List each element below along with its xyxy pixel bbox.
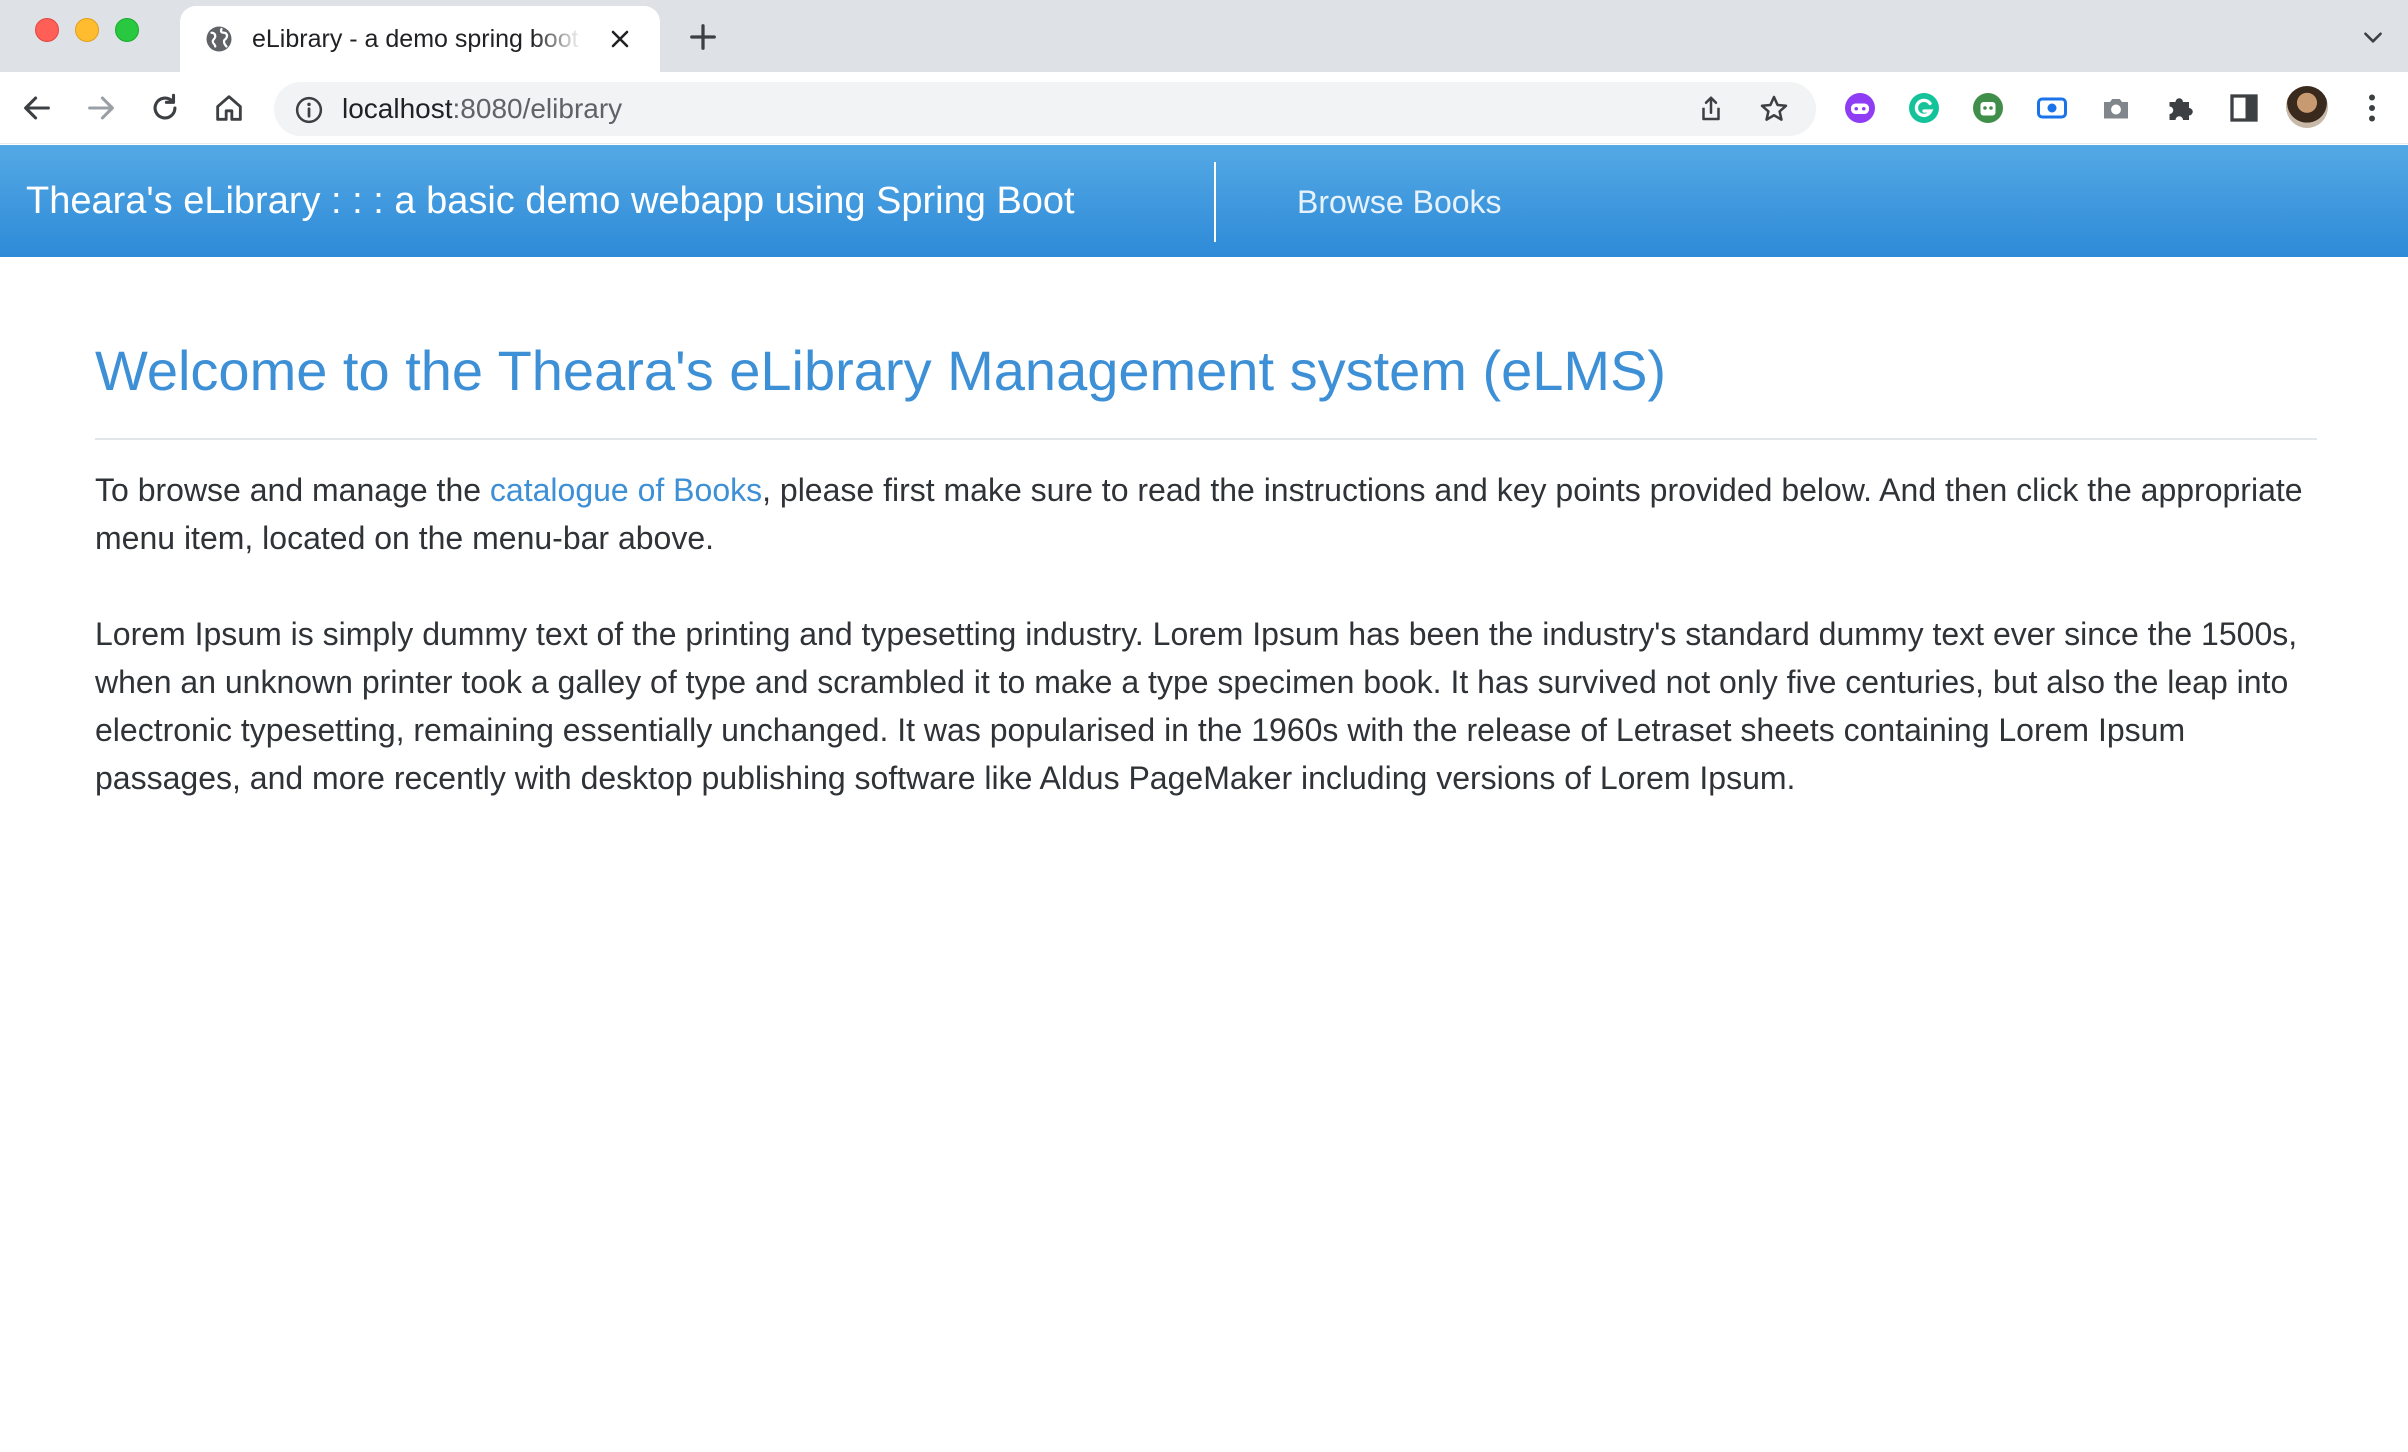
nav-browse-books-link[interactable]: Browse Books [1297,183,1502,221]
browser-tab[interactable]: eLibrary - a demo spring boot webapp [180,6,660,72]
page-title: Welcome to the Theara's eLibrary Managem… [95,339,1667,402]
intro-paragraph: To browse and manage the catalogue of Bo… [95,466,2317,562]
side-panel-icon[interactable] [2226,90,2262,126]
profile-avatar[interactable] [2286,86,2328,128]
title-divider [95,438,2317,440]
bookmark-star-icon[interactable] [1758,93,1790,125]
more-menu-icon[interactable] [2354,90,2390,126]
site-brand[interactable]: Theara's eLibrary : : : a basic demo web… [26,179,1075,223]
camera-icon[interactable] [2098,90,2134,126]
close-tab-icon[interactable] [608,27,632,51]
grammarly-icon[interactable] [1906,90,1942,126]
intro-text-before: To browse and manage the [95,472,490,508]
url-text[interactable]: localhost:8080/elibrary [342,94,622,124]
globe-icon [206,26,232,52]
screen-record-icon[interactable] [2034,90,2070,126]
site-navbar: Theara's eLibrary : : : a basic demo web… [0,145,2408,257]
back-arrow-icon[interactable] [20,91,54,125]
reload-icon[interactable] [148,91,182,125]
purple-extension-icon[interactable] [1842,90,1878,126]
tab-search-chevron-icon[interactable] [2360,24,2386,50]
lorem-paragraph: Lorem Ipsum is simply dummy text of the … [95,616,2298,796]
navbar-divider [1214,162,1216,242]
puzzle-icon[interactable] [2162,90,2198,126]
fullscreen-window-button[interactable] [115,18,139,42]
site-info-icon[interactable] [294,95,324,125]
share-icon[interactable] [1696,94,1726,124]
url-path: :8080/elibrary [452,93,623,124]
tab-title: eLibrary - a demo spring boot webapp [252,25,582,53]
minimize-window-button[interactable] [75,18,99,42]
url-host: localhost [342,93,453,124]
close-window-button[interactable] [35,18,59,42]
main-content: Welcome to the Theara's eLibrary Managem… [95,330,2317,802]
tab-strip: eLibrary - a demo spring boot webapp [0,0,2408,72]
forward-arrow-icon[interactable] [84,91,118,125]
home-icon[interactable] [212,91,246,125]
catalogue-of-books-link[interactable]: catalogue of Books [490,472,762,508]
robot-extension-icon[interactable] [1970,90,2006,126]
new-tab-icon[interactable] [688,22,718,52]
address-bar[interactable]: localhost:8080/elibrary [274,82,1816,136]
